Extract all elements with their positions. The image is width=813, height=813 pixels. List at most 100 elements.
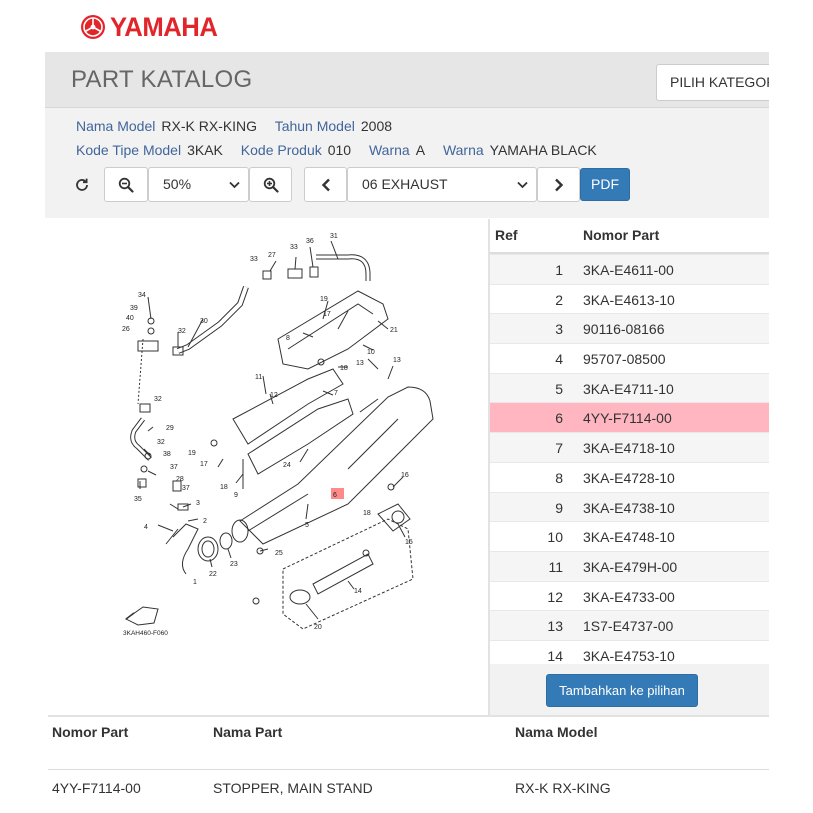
yamaha-logo[interactable]: YAMAHA — [80, 12, 223, 42]
row-part-number: 3KA-E4718-10 — [583, 440, 675, 457]
row-ref: 6 — [555, 410, 563, 427]
row-part-number: 90116-08166 — [583, 321, 665, 338]
zoom-out-button[interactable] — [104, 167, 148, 202]
callout-14[interactable]: 14 — [354, 588, 362, 595]
zoom-out-icon — [118, 177, 134, 193]
callout-2[interactable]: 2 — [203, 518, 207, 525]
callout-33b[interactable]: 33 — [290, 244, 298, 251]
table-row[interactable]: 8 3KA-E4728-10 — [490, 461, 769, 492]
callout-28[interactable]: 28 — [176, 476, 184, 483]
row-part-number: 1S7-E4737-00 — [583, 618, 674, 635]
callout-31[interactable]: 31 — [330, 233, 338, 240]
warna-name-value: YAMAHA BLACK — [489, 142, 597, 158]
table-row[interactable]: 10 3KA-E4748-10 — [490, 521, 769, 551]
callout-21[interactable]: 21 — [390, 327, 398, 334]
model-info-row-1: Nama Model RX-K RX-KING Tahun Model 2008 — [76, 118, 406, 134]
callout-27[interactable]: 27 — [268, 252, 276, 259]
nama-model-label: Nama Model — [76, 118, 156, 134]
callout-40[interactable]: 40 — [126, 315, 134, 322]
callout-4[interactable]: 4 — [144, 524, 148, 531]
table-row[interactable]: 13 1S7-E4737-00 — [490, 610, 769, 640]
table-row[interactable]: 12 3KA-E4733-00 — [490, 580, 769, 611]
callout-18a[interactable]: 18 — [220, 484, 228, 491]
callout-32a[interactable]: 32 — [178, 328, 186, 335]
table-row[interactable]: 1 3KA-E4611-00 — [490, 254, 769, 284]
callout-3[interactable]: 3 — [196, 500, 200, 507]
section-value: 06 EXHAUST — [362, 176, 448, 192]
callout-35[interactable]: 35 — [134, 496, 142, 503]
callout-22[interactable]: 22 — [209, 571, 217, 578]
parts-table: Ref Nomor Part 1 3KA-E4611-00 2 3KA-E4613-1… — [490, 219, 769, 670]
callout-19b[interactable]: 19 — [188, 450, 196, 457]
callout-25[interactable]: 25 — [275, 550, 283, 557]
horizontal-divider — [48, 715, 769, 717]
callout-16[interactable]: 16 — [401, 472, 409, 479]
kode-tipe-value: 3KAK — [187, 142, 223, 158]
exhaust-diagram-drawing[interactable]: 1 2 3 4 5 6 7 8 9 10 11 12 13 13 14 15 1… — [48, 219, 488, 715]
callout-15[interactable]: 15 — [405, 539, 413, 546]
callout-20[interactable]: 20 — [314, 624, 322, 631]
callout-18b[interactable]: 18 — [340, 365, 348, 372]
zoom-in-icon — [263, 177, 279, 193]
callout-11[interactable]: 11 — [255, 374, 262, 381]
callout-18c[interactable]: 18 — [363, 510, 371, 517]
callout-10[interactable]: 10 — [367, 349, 375, 356]
callout-29[interactable]: 29 — [166, 425, 174, 432]
callout-33a[interactable]: 33 — [250, 256, 258, 263]
section-select[interactable]: 06 EXHAUST — [347, 167, 537, 202]
prev-section-button[interactable] — [304, 167, 347, 202]
callout-38[interactable]: 38 — [163, 451, 171, 458]
callout-32c[interactable]: 32 — [157, 439, 165, 446]
table-row[interactable]: 3 90116-08166 — [490, 313, 769, 344]
callout-19a[interactable]: 19 — [320, 296, 328, 303]
callout-8[interactable]: 8 — [286, 335, 290, 342]
refresh-button[interactable] — [63, 167, 101, 202]
callout-24[interactable]: 24 — [283, 462, 291, 469]
table-row[interactable]: 9 3KA-E4738-10 — [490, 491, 769, 522]
callout-17a[interactable]: 17 — [323, 311, 331, 318]
callout-30[interactable]: 30 — [200, 318, 208, 325]
detail-nama-part: STOPPER, MAIN STAND — [213, 780, 373, 796]
callout-34[interactable]: 34 — [138, 292, 146, 299]
table-row[interactable]: 6 4YY-F7114-00 — [490, 402, 769, 433]
row-part-number: 3KA-E479H-00 — [583, 558, 678, 575]
table-row[interactable]: 7 3KA-E4718-10 — [490, 432, 769, 462]
callout-12[interactable]: 12 — [270, 392, 278, 399]
category-select[interactable]: PILIH KATEGORI — [656, 64, 769, 101]
table-row[interactable]: 2 3KA-E4613-10 — [490, 283, 769, 314]
table-row[interactable]: 5 3KA-E4711-10 — [490, 372, 769, 403]
pdf-button[interactable]: PDF — [580, 168, 630, 201]
row-ref: 1 — [555, 262, 563, 278]
parts-diagram[interactable]: 1 2 3 4 5 6 7 8 9 10 11 12 13 13 14 15 1… — [48, 219, 488, 715]
callout-23[interactable]: 23 — [230, 561, 238, 568]
callout-26[interactable]: 26 — [122, 326, 130, 333]
row-ref: 2 — [555, 291, 563, 308]
callout-5[interactable]: 5 — [305, 522, 309, 529]
detail-nomor-part: 4YY-F7114-00 — [52, 780, 141, 796]
tahun-model-label: Tahun Model — [274, 118, 355, 134]
brand-name: YAMAHA — [110, 12, 218, 42]
next-section-button[interactable] — [537, 167, 580, 202]
callout-7[interactable]: 7 — [334, 390, 338, 397]
callout-39[interactable]: 39 — [130, 305, 138, 312]
callout-37b[interactable]: 37 — [182, 485, 190, 492]
row-ref: 5 — [555, 380, 563, 397]
callout-36[interactable]: 36 — [306, 238, 314, 245]
callout-9[interactable]: 9 — [234, 492, 238, 499]
callout-17b[interactable]: 17 — [200, 461, 208, 468]
callout-1[interactable]: 1 — [193, 579, 197, 586]
zoom-in-button[interactable] — [249, 167, 292, 202]
callout-13b[interactable]: 13 — [393, 357, 401, 364]
callout-6[interactable]: 6 — [333, 492, 337, 499]
detail-header-nama-model: Nama Model — [515, 724, 598, 740]
tuning-fork-emblem-icon — [81, 15, 105, 39]
add-to-selection-button[interactable]: Tambahkan ke pilihan — [546, 674, 698, 707]
callout-32b[interactable]: 32 — [154, 396, 162, 403]
zoom-select[interactable]: 50% — [148, 167, 249, 202]
tahun-model-value: 2008 — [360, 118, 393, 134]
callout-37a[interactable]: 37 — [170, 464, 178, 471]
header-nomor-part: Nomor Part — [583, 227, 660, 243]
table-row[interactable]: 4 95707-08500 — [490, 343, 769, 373]
table-row[interactable]: 11 3KA-E479H-00 — [490, 550, 769, 581]
callout-13a[interactable]: 13 — [356, 360, 364, 367]
